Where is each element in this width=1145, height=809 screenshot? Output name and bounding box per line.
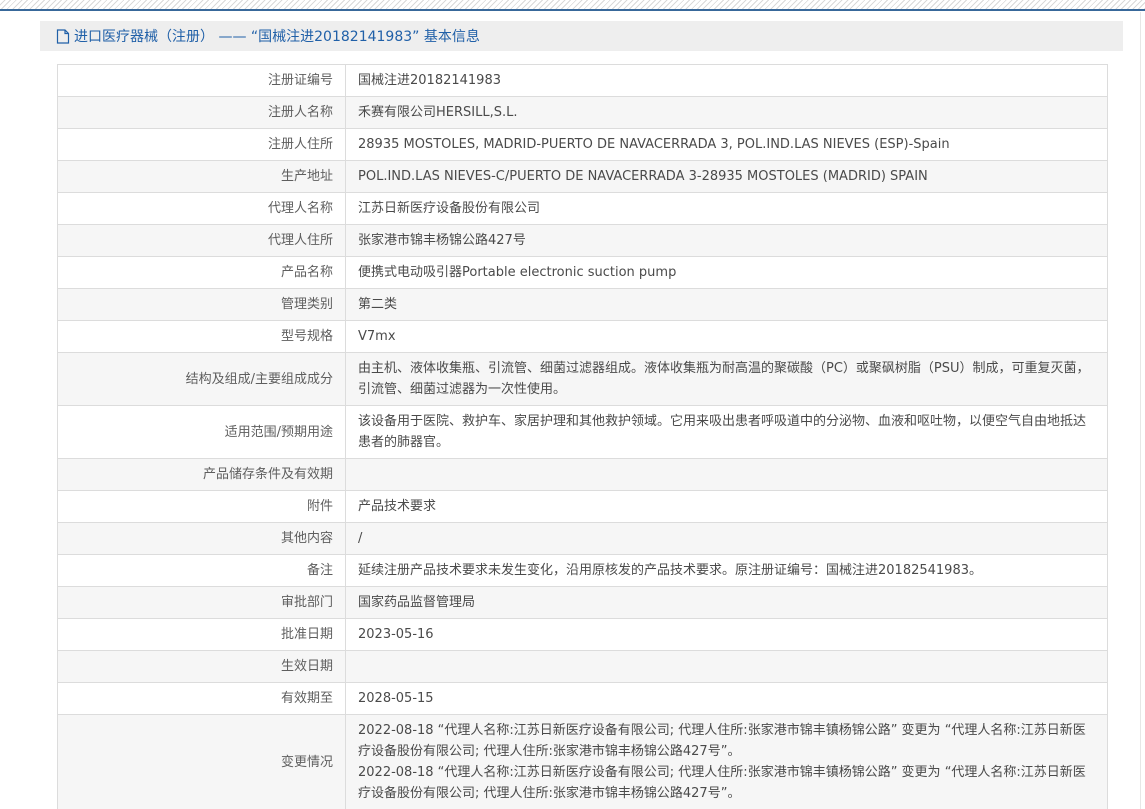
document-icon <box>56 29 70 44</box>
field-value: 延续注册产品技术要求未发生变化，沿用原核发的产品技术要求。原注册证编号：国械注进… <box>346 555 1108 587</box>
table-row: 注册证编号 国械注进20182141983 <box>58 65 1108 97</box>
field-value: V7mx <box>346 321 1108 353</box>
table-row: 产品储存条件及有效期 <box>58 459 1108 491</box>
field-value: / <box>346 523 1108 555</box>
table-row: 备注 延续注册产品技术要求未发生变化，沿用原核发的产品技术要求。原注册证编号：国… <box>58 555 1108 587</box>
table-row: 注册人住所 28935 MOSTOLES, MADRID-PUERTO DE N… <box>58 129 1108 161</box>
table-row: 审批部门 国家药品监督管理局 <box>58 587 1108 619</box>
field-label: 结构及组成/主要组成成分 <box>58 353 346 406</box>
field-value: 张家港市锦丰杨锦公路427号 <box>346 225 1108 257</box>
field-value: 2028-05-15 <box>346 683 1108 715</box>
top-accent-line <box>0 9 1145 11</box>
field-label: 注册人住所 <box>58 129 346 161</box>
field-value: 28935 MOSTOLES, MADRID-PUERTO DE NAVACER… <box>346 129 1108 161</box>
table-row: 生产地址 POL.IND.LAS NIEVES-C/PUERTO DE NAVA… <box>58 161 1108 193</box>
panel-header: 进口医疗器械（注册） —— “国械注进20182141983” 基本信息 <box>40 21 1123 51</box>
table-row: 型号规格 V7mx <box>58 321 1108 353</box>
field-label: 附件 <box>58 491 346 523</box>
field-value <box>346 651 1108 683</box>
field-label: 管理类别 <box>58 289 346 321</box>
field-value: 2022-08-18 “代理人名称:江苏日新医疗设备有限公司; 代理人住所:张家… <box>346 715 1108 809</box>
table-row: 结构及组成/主要组成成分 由主机、液体收集瓶、引流管、细菌过滤器组成。液体收集瓶… <box>58 353 1108 406</box>
table-row: 批准日期 2023-05-16 <box>58 619 1108 651</box>
table-row: 代理人名称 江苏日新医疗设备股份有限公司 <box>58 193 1108 225</box>
table-row: 代理人住所 张家港市锦丰杨锦公路427号 <box>58 225 1108 257</box>
field-value: 便携式电动吸引器Portable electronic suction pump <box>346 257 1108 289</box>
field-label: 生产地址 <box>58 161 346 193</box>
table-row: 管理类别 第二类 <box>58 289 1108 321</box>
field-value: 国械注进20182141983 <box>346 65 1108 97</box>
table-wrap: 注册证编号 国械注进20182141983 注册人名称 禾赛有限公司HERSIL… <box>57 64 1123 809</box>
field-value: 禾赛有限公司HERSILL,S.L. <box>346 97 1108 129</box>
page-title: 进口医疗器械（注册） —— “国械注进20182141983” 基本信息 <box>56 26 480 46</box>
table-row: 生效日期 <box>58 651 1108 683</box>
field-label: 审批部门 <box>58 587 346 619</box>
info-table-body: 注册证编号 国械注进20182141983 注册人名称 禾赛有限公司HERSIL… <box>58 65 1108 809</box>
field-value: 2023-05-16 <box>346 619 1108 651</box>
table-row: 附件 产品技术要求 <box>58 491 1108 523</box>
registration-info-table: 注册证编号 国械注进20182141983 注册人名称 禾赛有限公司HERSIL… <box>57 64 1108 809</box>
field-value: 第二类 <box>346 289 1108 321</box>
table-row: 注册人名称 禾赛有限公司HERSILL,S.L. <box>58 97 1108 129</box>
table-row: 适用范围/预期用途 该设备用于医院、救护车、家居护理和其他救护领域。它用来吸出患… <box>58 406 1108 459</box>
field-value: 产品技术要求 <box>346 491 1108 523</box>
field-label: 其他内容 <box>58 523 346 555</box>
table-row: 有效期至 2028-05-15 <box>58 683 1108 715</box>
field-label: 型号规格 <box>58 321 346 353</box>
table-row: 其他内容 / <box>58 523 1108 555</box>
field-label: 变更情况 <box>58 715 346 809</box>
top-hatch-decoration <box>0 0 1145 9</box>
field-label: 产品名称 <box>58 257 346 289</box>
field-value: 江苏日新医疗设备股份有限公司 <box>346 193 1108 225</box>
page-title-text: 进口医疗器械（注册） —— “国械注进20182141983” 基本信息 <box>74 26 480 46</box>
field-label: 代理人名称 <box>58 193 346 225</box>
field-value <box>346 459 1108 491</box>
field-label: 备注 <box>58 555 346 587</box>
field-label: 产品储存条件及有效期 <box>58 459 346 491</box>
field-label: 代理人住所 <box>58 225 346 257</box>
field-label: 注册证编号 <box>58 65 346 97</box>
field-value: 该设备用于医院、救护车、家居护理和其他救护领域。它用来吸出患者呼吸道中的分泌物、… <box>346 406 1108 459</box>
field-value: 国家药品监督管理局 <box>346 587 1108 619</box>
field-label: 生效日期 <box>58 651 346 683</box>
registration-panel: 进口医疗器械（注册） —— “国械注进20182141983” 基本信息 注册证… <box>40 21 1123 809</box>
field-value: POL.IND.LAS NIEVES-C/PUERTO DE NAVACERRA… <box>346 161 1108 193</box>
field-label: 注册人名称 <box>58 97 346 129</box>
table-row: 产品名称 便携式电动吸引器Portable electronic suction… <box>58 257 1108 289</box>
field-label: 批准日期 <box>58 619 346 651</box>
field-label: 有效期至 <box>58 683 346 715</box>
field-value: 由主机、液体收集瓶、引流管、细菌过滤器组成。液体收集瓶为耐高温的聚碳酸（PC）或… <box>346 353 1108 406</box>
right-edge-divider <box>1140 12 1141 809</box>
field-label: 适用范围/预期用途 <box>58 406 346 459</box>
table-row: 变更情况 2022-08-18 “代理人名称:江苏日新医疗设备有限公司; 代理人… <box>58 715 1108 809</box>
